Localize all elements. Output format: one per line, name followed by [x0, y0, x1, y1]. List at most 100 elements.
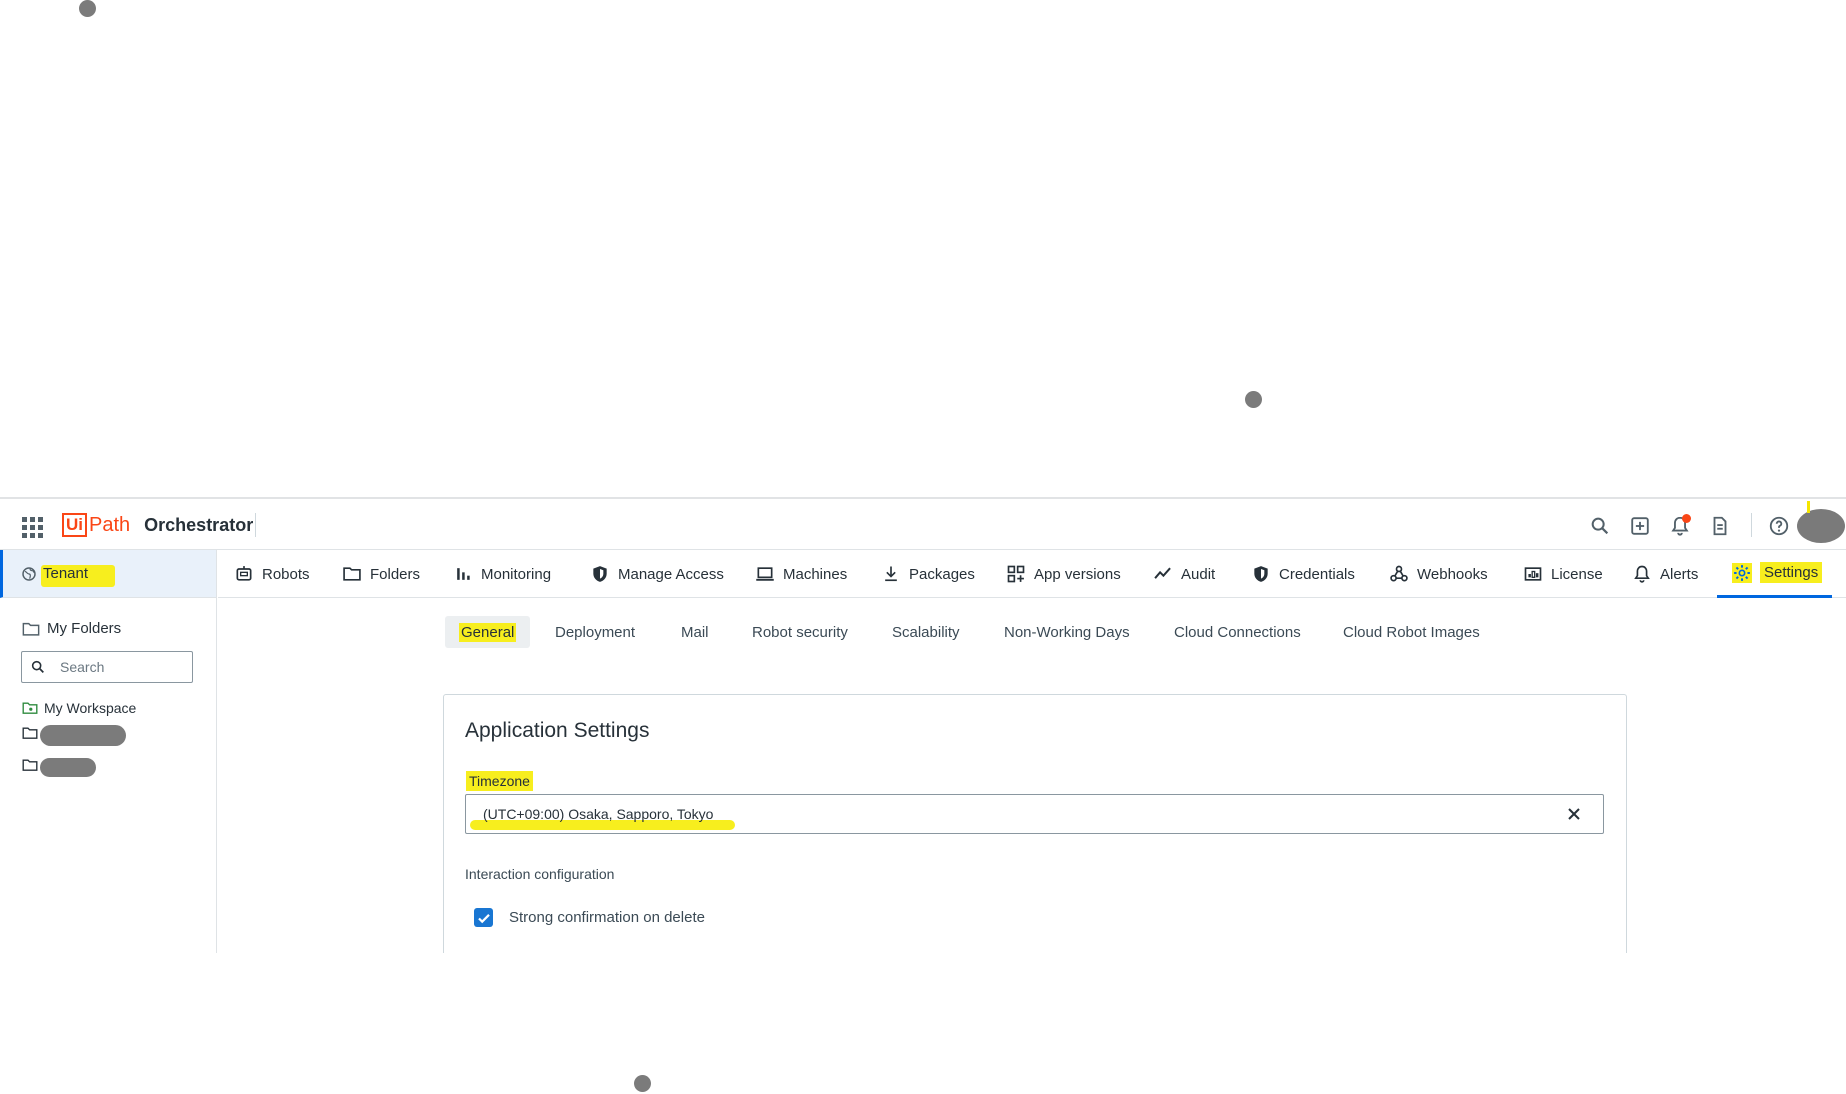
robot-icon: [236, 566, 252, 581]
nav-label: Machines: [783, 565, 848, 583]
search-icon: [31, 660, 44, 673]
application-settings-card: Application Settings Timezone (UTC+09:00…: [443, 694, 1627, 953]
globe-icon: [22, 566, 36, 581]
my-folders-item[interactable]: My Folders: [22, 620, 121, 637]
nav-robots[interactable]: Robots: [234, 550, 310, 598]
tenant-label: Tenant: [43, 565, 89, 582]
orchestrator-app: Ui Path Orchestrator Tenant My Folders S…: [0, 497, 1846, 953]
redacted-folder-name: [40, 758, 96, 777]
nav-license[interactable]: License: [1523, 550, 1603, 598]
strong-confirmation-checkbox-row[interactable]: Strong confirmation on delete: [474, 908, 705, 927]
folder-sidebar: Tenant My Folders My Workspace: [0, 550, 217, 953]
marker-dot-top-left: [79, 0, 96, 17]
nav-machines[interactable]: Machines: [755, 550, 847, 598]
subtab-label: Robot security: [752, 623, 848, 641]
nav-credentials[interactable]: Credentials: [1251, 550, 1355, 598]
nav-webhooks[interactable]: Webhooks: [1389, 550, 1488, 598]
search-icon[interactable]: [1587, 513, 1613, 539]
folder-icon: [22, 759, 38, 771]
nav-alerts[interactable]: Alerts: [1632, 550, 1698, 598]
brand-divider: [255, 513, 256, 537]
subtab-label: Deployment: [555, 623, 636, 641]
license-icon: [1524, 567, 1542, 581]
check-icon: [477, 913, 490, 923]
nav-folders[interactable]: Folders: [342, 550, 420, 598]
subtab-general[interactable]: General: [445, 616, 531, 648]
nav-audit[interactable]: Audit: [1153, 550, 1215, 598]
nav-label: Alerts: [1660, 565, 1699, 583]
subtab-non-working-days[interactable]: Non-Working Days: [1004, 616, 1130, 648]
timezone-label: Timezone: [466, 771, 533, 791]
subtab-scalability[interactable]: Scalability: [892, 616, 960, 648]
subtab-cloud-robot-images[interactable]: Cloud Robot Images: [1343, 616, 1480, 648]
brand-path: Path: [89, 513, 131, 536]
strong-confirmation-label: Strong confirmation on delete: [509, 909, 705, 926]
webhook-icon: [1390, 565, 1408, 582]
nav-packages[interactable]: Packages: [881, 550, 975, 598]
avatar[interactable]: [1797, 509, 1845, 543]
marker-dot-bottom: [634, 1075, 651, 1092]
close-icon[interactable]: [1565, 805, 1583, 823]
nav-label: Monitoring: [481, 565, 552, 583]
folder-search-input[interactable]: [60, 659, 170, 675]
redacted-folder-name: [40, 725, 126, 746]
my-folders-label: My Folders: [47, 620, 122, 637]
document-icon[interactable]: [1707, 513, 1733, 539]
gear-icon: [1732, 562, 1752, 583]
nav-label: Audit: [1181, 565, 1216, 583]
apps-grid-icon[interactable]: [18, 513, 44, 539]
help-icon[interactable]: [1766, 513, 1792, 539]
subtab-mail[interactable]: Mail: [681, 616, 709, 648]
brand-ui: Ui: [62, 513, 87, 537]
apps-icon: [1007, 565, 1025, 583]
nav-label: Packages: [909, 565, 975, 583]
highlight-mark: [1807, 501, 1810, 513]
marker-dot-middle: [1245, 391, 1262, 408]
folder-icon: [22, 622, 40, 636]
add-icon[interactable]: [1627, 513, 1653, 539]
download-icon: [885, 566, 897, 582]
uipath-logo[interactable]: Ui Path Orchestrator: [62, 513, 253, 537]
nav-label: Webhooks: [1417, 565, 1488, 583]
subtab-robot-security[interactable]: Robot security: [752, 616, 848, 648]
subtab-label: Scalability: [892, 623, 960, 641]
main-navigation: Robots Folders Monitoring Manage Access …: [218, 550, 1846, 598]
timezone-select[interactable]: (UTC+09:00) Osaka, Sapporo, Tokyo: [465, 794, 1604, 834]
folder-search-box[interactable]: [21, 651, 193, 683]
tree-item-label: My Workspace: [44, 700, 137, 716]
timezone-value: (UTC+09:00) Osaka, Sapporo, Tokyo: [483, 806, 714, 822]
subtab-label: Non-Working Days: [1004, 623, 1130, 641]
card-title: Application Settings: [465, 719, 650, 742]
workspace-folder-icon: [22, 702, 38, 714]
subtab-label: Cloud Robot Images: [1343, 623, 1480, 641]
notification-dot: [1682, 514, 1691, 523]
nav-monitoring[interactable]: Monitoring: [453, 550, 551, 598]
nav-manage-access[interactable]: Manage Access: [590, 550, 724, 598]
bar-chart-icon: [457, 568, 470, 580]
tenant-item[interactable]: Tenant: [0, 550, 216, 598]
nav-label: App versions: [1034, 565, 1121, 583]
nav-label: Credentials: [1279, 565, 1355, 583]
app-header: Ui Path Orchestrator: [0, 499, 1846, 550]
nav-label: Manage Access: [618, 565, 724, 583]
interaction-configuration-label: Interaction configuration: [465, 866, 615, 882]
trend-icon: [1154, 567, 1171, 579]
header-divider: [1751, 513, 1752, 537]
subtab-label: Mail: [681, 623, 709, 641]
folder-icon: [22, 727, 38, 739]
folder-icon: [343, 567, 361, 581]
bell-icon[interactable]: [1667, 513, 1693, 539]
nav-settings[interactable]: Settings: [1717, 550, 1833, 598]
tree-item-my-workspace[interactable]: My Workspace: [22, 700, 136, 716]
subtab-deployment[interactable]: Deployment: [555, 616, 635, 648]
shield-icon: [593, 566, 607, 582]
nav-label: License: [1551, 565, 1603, 583]
laptop-icon: [756, 567, 774, 581]
nav-label: Folders: [370, 565, 421, 583]
nav-label: Robots: [262, 565, 310, 583]
subtab-cloud-connections[interactable]: Cloud Connections: [1174, 616, 1301, 648]
nav-app-versions[interactable]: App versions: [1006, 550, 1121, 598]
strong-confirmation-checkbox[interactable]: [474, 908, 493, 927]
subtab-label: Cloud Connections: [1174, 623, 1301, 641]
nav-label: Settings: [1760, 562, 1823, 583]
